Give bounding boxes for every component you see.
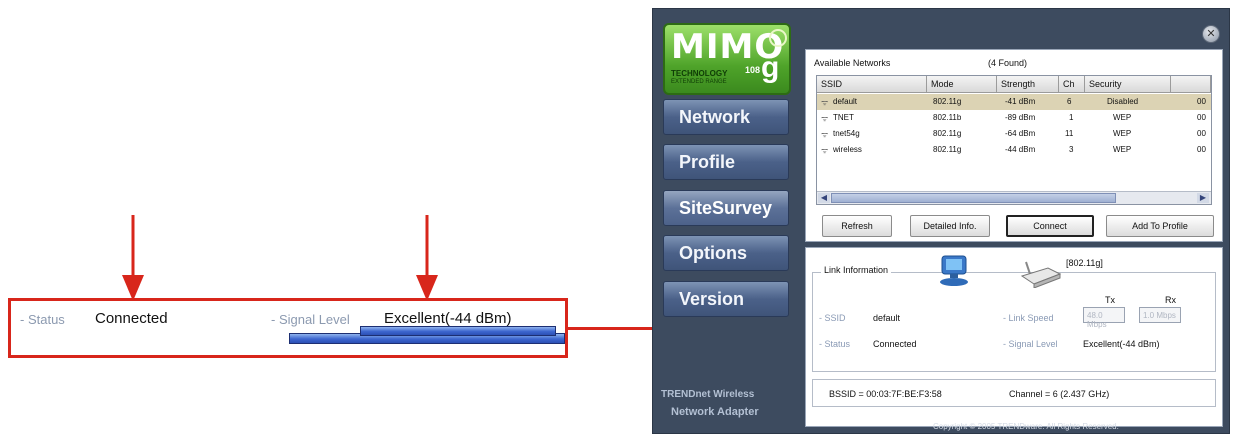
signal-icon: ᯤ	[821, 98, 829, 107]
cell-strength: -44 dBm	[1005, 145, 1036, 154]
cell-security: Disabled	[1107, 97, 1139, 106]
copyright-text: Copyright © 2005 TRENDware. All Rights R…	[933, 422, 1119, 431]
link-info-title: Link Information	[821, 265, 892, 275]
red-arrow-signal	[414, 215, 440, 303]
logo-sub2: EXTENDED RANGE	[671, 79, 727, 85]
callout-status-value: Connected	[95, 310, 168, 327]
status-label: - Status	[819, 339, 851, 349]
cell-mode: 802.11b	[933, 113, 962, 122]
cell-ssid: TNET	[833, 113, 854, 122]
table-row[interactable]: ᯤ wireless 802.11g -44 dBm 3 WEP 00	[817, 142, 1211, 158]
networks-title: Available Networks	[814, 58, 891, 68]
signal-level-bar	[360, 326, 556, 336]
link-speed-label: - Link Speed	[1003, 313, 1054, 323]
add-to-profile-button[interactable]: Add To Profile	[1106, 215, 1214, 237]
cell-ssid: tnet54g	[833, 129, 860, 138]
tx-speed-field: 48.0 Mbps	[1083, 307, 1125, 329]
wifi-icon	[769, 29, 787, 47]
brand-line-1: TRENDnet Wireless	[661, 389, 755, 400]
signal-icon: ᯤ	[821, 114, 829, 123]
link-info-group: Link Information - SSID default - Status…	[812, 265, 1216, 372]
cell-extra: 00	[1197, 97, 1206, 106]
signal-icon: ᯤ	[821, 130, 829, 139]
logo-sub: TECHNOLOGY	[671, 69, 728, 78]
callout-status-label: - Status	[20, 312, 65, 327]
cell-strength: -41 dBm	[1005, 97, 1036, 106]
column-header-mode[interactable]: Mode	[927, 76, 997, 93]
cell-extra: 00	[1197, 113, 1206, 122]
scroll-left-icon[interactable]: ◀	[818, 193, 830, 203]
callout-signal-value: Excellent(-44 dBm)	[384, 310, 512, 327]
nav-network-button[interactable]: Network	[663, 99, 789, 135]
rx-header: Rx	[1165, 295, 1176, 305]
cell-extra: 00	[1197, 129, 1206, 138]
cell-strength: -89 dBm	[1005, 113, 1036, 122]
cell-security: WEP	[1113, 145, 1132, 154]
cell-mode: 802.11g	[933, 97, 962, 106]
refresh-button[interactable]: Refresh	[822, 215, 892, 237]
column-header-strength[interactable]: Strength	[997, 76, 1059, 93]
bssid-text: BSSID = 00:03:7F:BE:F3:58	[829, 389, 942, 399]
link-information-panel: Link Information - SSID default - Status…	[805, 247, 1223, 427]
nav-options-button[interactable]: Options	[663, 235, 789, 271]
detailed-info-button[interactable]: Detailed Info.	[910, 215, 990, 237]
tx-header: Tx	[1105, 295, 1115, 305]
cell-mode: 802.11g	[933, 129, 962, 138]
networks-table[interactable]: SSID Mode Strength Ch Security ᯤ default…	[816, 75, 1212, 205]
mimo-logo: MIMO TECHNOLOGY EXTENDED RANGE 108 g	[663, 23, 791, 95]
close-icon[interactable]: ✕	[1202, 25, 1220, 43]
callout-signal-label: - Signal Level	[271, 312, 350, 327]
red-arrow-status	[120, 215, 146, 303]
adapter-utility-window: MIMO TECHNOLOGY EXTENDED RANGE 108 g ✕ N…	[652, 8, 1230, 434]
horizontal-scrollbar[interactable]: ◀ ▶	[817, 191, 1211, 204]
table-row[interactable]: ᯤ default 802.11g -41 dBm 6 Disabled 00	[817, 94, 1211, 110]
cell-security: WEP	[1113, 113, 1132, 122]
column-header-ch[interactable]: Ch	[1059, 76, 1085, 93]
cell-ch: 6	[1067, 97, 1072, 106]
wireless-standard: [802.11g]	[1066, 258, 1103, 268]
nav-profile-button[interactable]: Profile	[663, 144, 789, 180]
signal-level-label: - Signal Level	[1003, 339, 1058, 349]
cell-ch: 1	[1069, 113, 1074, 122]
signal-icon: ᯤ	[821, 146, 829, 155]
bssid-info-box: BSSID = 00:03:7F:BE:F3:58 Channel = 6 (2…	[812, 379, 1216, 407]
ssid-label: - SSID	[819, 313, 846, 323]
logo-suffix: g	[761, 51, 780, 84]
scrollbar-thumb[interactable]	[831, 193, 1116, 203]
cell-ch: 3	[1069, 145, 1074, 154]
rx-speed-field: 1.0 Mbps	[1139, 307, 1181, 323]
scroll-right-icon[interactable]: ▶	[1197, 193, 1209, 203]
connect-button[interactable]: Connect	[1006, 215, 1094, 237]
router-icon	[1018, 260, 1062, 289]
cell-extra: 00	[1197, 145, 1206, 154]
brand-line-2: Network Adapter	[671, 406, 759, 418]
cell-strength: -64 dBm	[1005, 129, 1036, 138]
table-row[interactable]: ᯤ TNET 802.11b -89 dBm 1 WEP 00	[817, 110, 1211, 126]
cell-ssid: default	[833, 97, 858, 106]
computer-icon	[938, 254, 974, 288]
channel-text: Channel = 6 (2.437 GHz)	[1009, 389, 1110, 399]
ssid-value: default	[873, 313, 901, 323]
column-header-ssid[interactable]: SSID	[817, 76, 927, 93]
column-header-security[interactable]: Security	[1085, 76, 1171, 93]
table-row[interactable]: ᯤ tnet54g 802.11g -64 dBm 11 WEP 00	[817, 126, 1211, 142]
nav-version-button[interactable]: Version	[663, 281, 789, 317]
cell-ssid: wireless	[833, 145, 862, 154]
cell-mode: 802.11g	[933, 145, 962, 154]
networks-count: (4 Found)	[988, 58, 1028, 68]
status-value: Connected	[873, 339, 917, 349]
cell-ch: 11	[1065, 129, 1074, 138]
available-networks-panel: Available Networks (4 Found) SSID Mode S…	[805, 49, 1223, 242]
cell-security: WEP	[1113, 129, 1132, 138]
column-header-extra	[1171, 76, 1211, 93]
nav-sitesurvey-button[interactable]: SiteSurvey	[663, 190, 789, 226]
signal-level-value: Excellent(-44 dBm)	[1083, 339, 1160, 349]
